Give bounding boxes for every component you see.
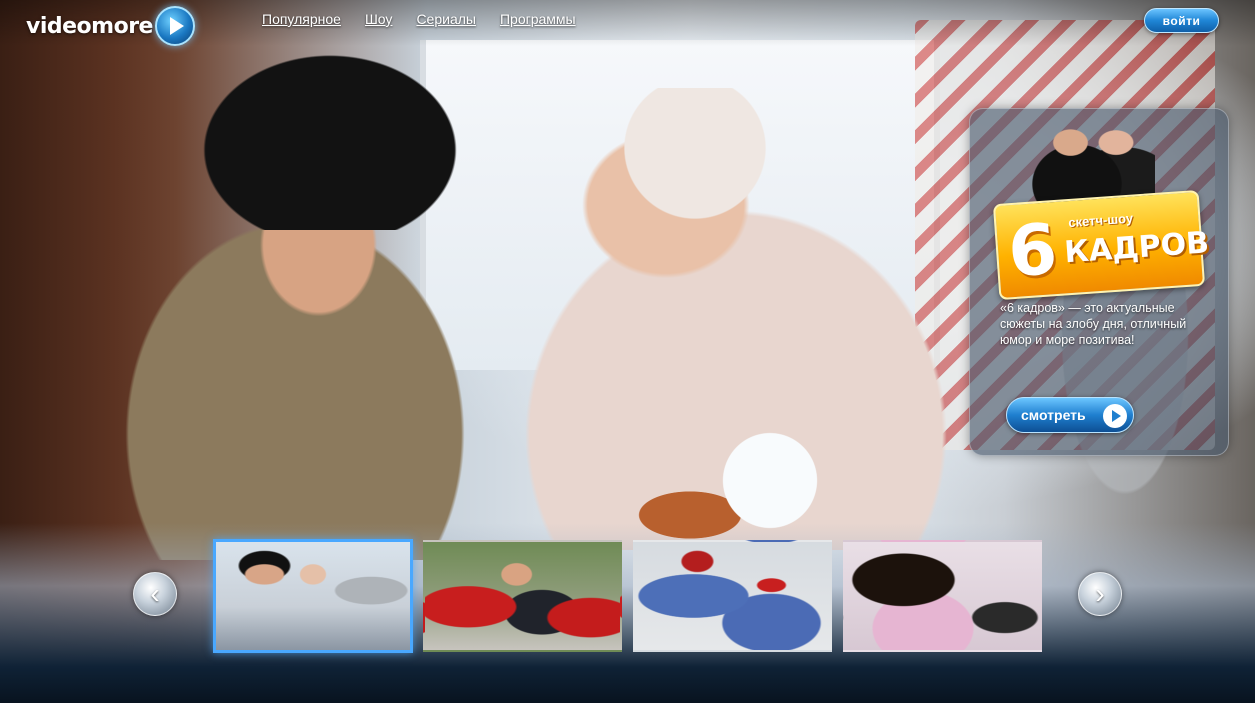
carousel-next-button[interactable]: › [1078, 572, 1122, 616]
show-logo-number: 6 [1005, 208, 1060, 294]
promo-cast-photo [1025, 115, 1155, 207]
promo-card: 6 скетч-шоу КАДРОВ «6 кадров» — это акту… [969, 108, 1229, 456]
show-logo: 6 скетч-шоу КАДРОВ [992, 189, 1210, 301]
show-logo-subtitle: скетч-шоу [1067, 210, 1134, 231]
thumbnail-2[interactable] [423, 540, 622, 652]
chevron-left-icon: ‹ [150, 578, 160, 609]
watch-button[interactable]: смотреть [1006, 397, 1134, 433]
carousel-prev-button[interactable]: ‹ [133, 572, 177, 616]
site-logo[interactable]: videomore [26, 6, 195, 46]
logo-text: videomore [26, 13, 153, 39]
table-foreground [0, 523, 1255, 703]
login-button[interactable]: войти [1144, 8, 1219, 33]
teapot [710, 420, 830, 530]
chevron-right-icon: › [1095, 578, 1105, 609]
thumbnail-3[interactable] [633, 540, 832, 652]
promo-description: «6 кадров» — это актуальные сюжеты на зл… [1000, 301, 1187, 347]
fur-hat [170, 30, 490, 230]
show-logo-name: КАДРОВ [1063, 225, 1211, 271]
main-nav: Популярное Шоу Сериалы Программы [262, 11, 576, 27]
nav-item-popular[interactable]: Популярное [262, 11, 341, 27]
play-icon [1103, 404, 1127, 428]
play-logo-icon [154, 6, 195, 46]
nav-item-programs[interactable]: Программы [500, 11, 576, 27]
thumbnail-1[interactable] [213, 539, 413, 653]
watch-button-label: смотреть [1021, 407, 1086, 423]
top-bar: videomore Популярное Шоу Сериалы Програм… [0, 0, 1255, 46]
nav-item-series[interactable]: Сериалы [416, 11, 476, 27]
headscarf [605, 88, 785, 238]
nav-item-shows[interactable]: Шоу [365, 11, 392, 27]
thumbnail-4[interactable] [843, 540, 1042, 652]
